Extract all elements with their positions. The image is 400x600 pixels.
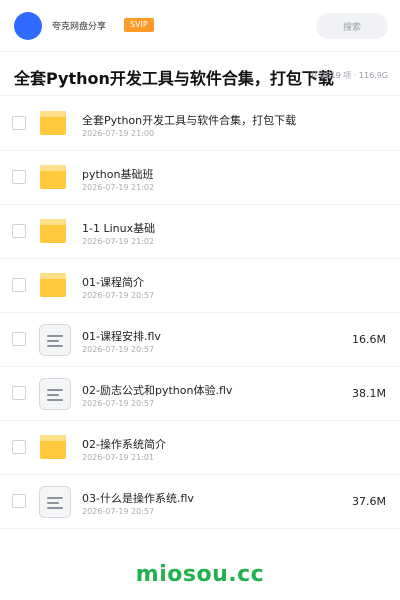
document-icon [38,377,72,411]
item-name: 01-课程简介 [82,276,144,289]
list-item[interactable]: 02-操作系统简介 2026-07-19 21:01 [0,421,400,475]
item-checkbox[interactable] [12,224,26,238]
file-list: 全套Python开发工具与软件合集，打包下载 2026-07-19 21:00 … [0,97,400,529]
folder-icon [38,269,72,303]
item-time: 2026-07-19 20:57 [82,507,155,516]
item-time: 2026-07-19 20:57 [82,399,155,408]
list-item[interactable]: 01-课程安排.flv 2026-07-19 20:57 16.6M [0,313,400,367]
item-checkbox[interactable] [12,494,26,508]
search-placeholder: 搜索 [342,22,361,33]
item-checkbox[interactable] [12,332,26,346]
item-time: 2026-07-19 21:02 [82,237,155,246]
svip-badge: SVIP [124,18,154,32]
item-checkbox[interactable] [12,386,26,400]
item-time: 2026-07-19 21:02 [82,183,155,192]
document-icon [38,485,72,519]
item-time: 2026-07-19 20:57 [82,345,155,354]
item-size: 38.1M [352,387,386,400]
footer: miosou.cc [0,548,400,600]
folder-header: 全套Python开发工具与软件合集，打包下载 共 2819 项 · 116.9G [0,52,400,96]
list-item[interactable]: 全套Python开发工具与软件合集，打包下载 2026-07-19 21:00 [0,97,400,151]
page-title: 全套Python开发工具与软件合集，打包下载 [14,69,334,88]
avatar[interactable] [14,12,42,40]
top-bar: 夸克网盘分享 SVIP 搜索 [0,0,400,52]
list-item[interactable]: 03-什么是操作系统.flv 2026-07-19 20:57 37.6M [0,475,400,529]
app-name: 夸克网盘分享 [52,22,107,32]
item-time: 2026-07-19 20:57 [82,291,155,300]
item-name: 02-励志公式和python体验.flv [82,384,233,397]
watermark: miosou.cc [135,561,265,587]
item-time: 2026-07-19 21:00 [82,129,155,138]
item-time: 2026-07-19 21:01 [82,453,155,462]
item-name: 1-1 Linux基础 [82,222,156,235]
item-name: python基础班 [82,168,154,181]
item-checkbox[interactable] [12,170,26,184]
folder-icon [38,161,72,195]
document-icon [38,323,72,357]
folder-icon [38,107,72,141]
item-checkbox[interactable] [12,278,26,292]
list-item[interactable]: 1-1 Linux基础 2026-07-19 21:02 [0,205,400,259]
list-item[interactable]: 02-励志公式和python体验.flv 2026-07-19 20:57 38… [0,367,400,421]
folder-icon [38,431,72,465]
folder-icon [38,215,72,249]
folder-meta: 共 2819 项 · 116.9G [309,71,388,80]
item-name: 01-课程安排.flv [82,330,161,343]
item-name: 全套Python开发工具与软件合集，打包下载 [82,114,297,127]
list-item[interactable]: python基础班 2026-07-19 21:02 [0,151,400,205]
item-checkbox[interactable] [12,116,26,130]
search-input[interactable]: 搜索 [316,13,388,39]
item-size: 37.6M [352,495,386,508]
list-item[interactable]: 01-课程简介 2026-07-19 20:57 [0,259,400,313]
item-name: 02-操作系统简介 [82,438,166,451]
item-checkbox[interactable] [12,440,26,454]
item-name: 03-什么是操作系统.flv [82,492,194,505]
item-size: 16.6M [352,333,386,346]
